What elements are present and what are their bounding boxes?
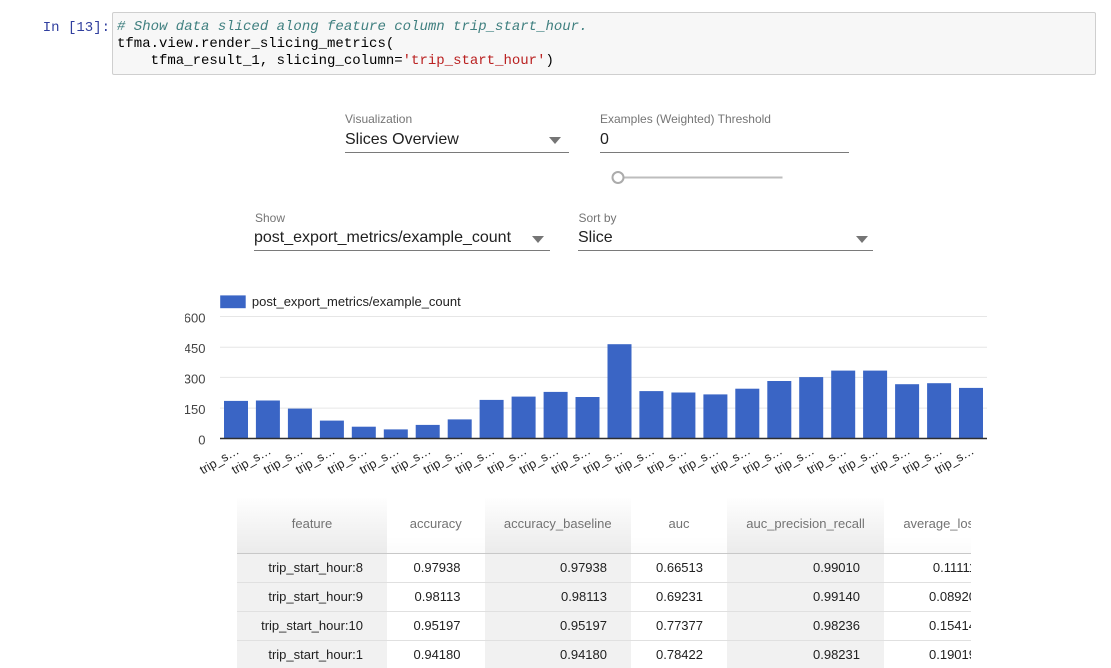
svg-text:600: 600 — [185, 311, 206, 326]
svg-text:post_export_metrics/example_co: post_export_metrics/example_count — [252, 294, 461, 309]
svg-text:450: 450 — [185, 341, 206, 356]
svg-text:0: 0 — [198, 433, 205, 448]
svg-text:300: 300 — [185, 371, 206, 386]
svg-text:150: 150 — [185, 402, 206, 417]
